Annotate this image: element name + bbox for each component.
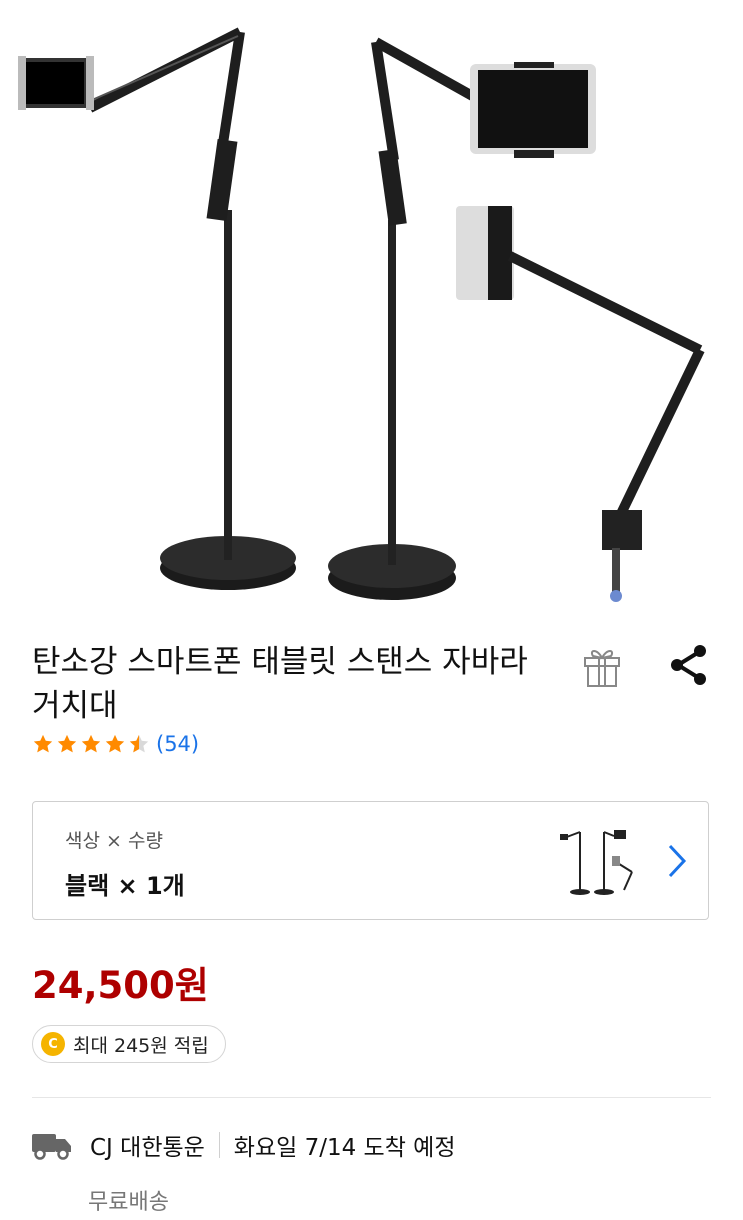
divider xyxy=(32,1097,711,1098)
product-actions xyxy=(577,640,713,690)
product-title: 탄소강 스마트폰 태블릿 스탠스 자바라 거치대 xyxy=(32,644,528,724)
shipping-fee: 무료배송 xyxy=(88,1190,169,1215)
separator xyxy=(218,1132,220,1158)
delivery-info: CJ 대한통운 화요일 7/14 도착 예정 xyxy=(32,1128,456,1162)
delivery-eta: 화요일 7/14 도착 예정 xyxy=(233,1135,456,1161)
rating-stars xyxy=(32,733,150,755)
reward-text: 최대 245원 적립 xyxy=(73,1034,209,1057)
chevron-right-icon xyxy=(668,844,687,878)
share-button[interactable] xyxy=(663,640,713,690)
tablet-stand-illustration xyxy=(18,27,705,602)
option-selector[interactable]: 색상 × 수량 블랙 × 1개 xyxy=(32,801,709,920)
star-icon xyxy=(57,734,77,753)
share-icon xyxy=(671,645,706,685)
product-rating: (54) xyxy=(32,732,199,756)
reward-chip[interactable]: C 최대 245원 적립 xyxy=(32,1025,226,1063)
option-thumbnail xyxy=(560,830,633,895)
gift-button[interactable] xyxy=(577,640,627,690)
rating-count-link[interactable]: (54) xyxy=(156,732,199,756)
option-label: 색상 × 수량 xyxy=(65,830,163,852)
gift-icon xyxy=(584,650,620,687)
star-icon xyxy=(33,734,53,753)
star-icon xyxy=(105,734,125,753)
product-image[interactable] xyxy=(0,0,743,620)
coin-icon: C xyxy=(41,1032,65,1056)
truck-icon xyxy=(32,1134,71,1160)
star-icon xyxy=(81,734,101,753)
price: 24,500원 xyxy=(32,964,209,1007)
carrier-name: CJ 대한통운 xyxy=(90,1135,205,1161)
half-star-icon xyxy=(129,734,149,753)
option-value: 블랙 × 1개 xyxy=(65,872,185,900)
